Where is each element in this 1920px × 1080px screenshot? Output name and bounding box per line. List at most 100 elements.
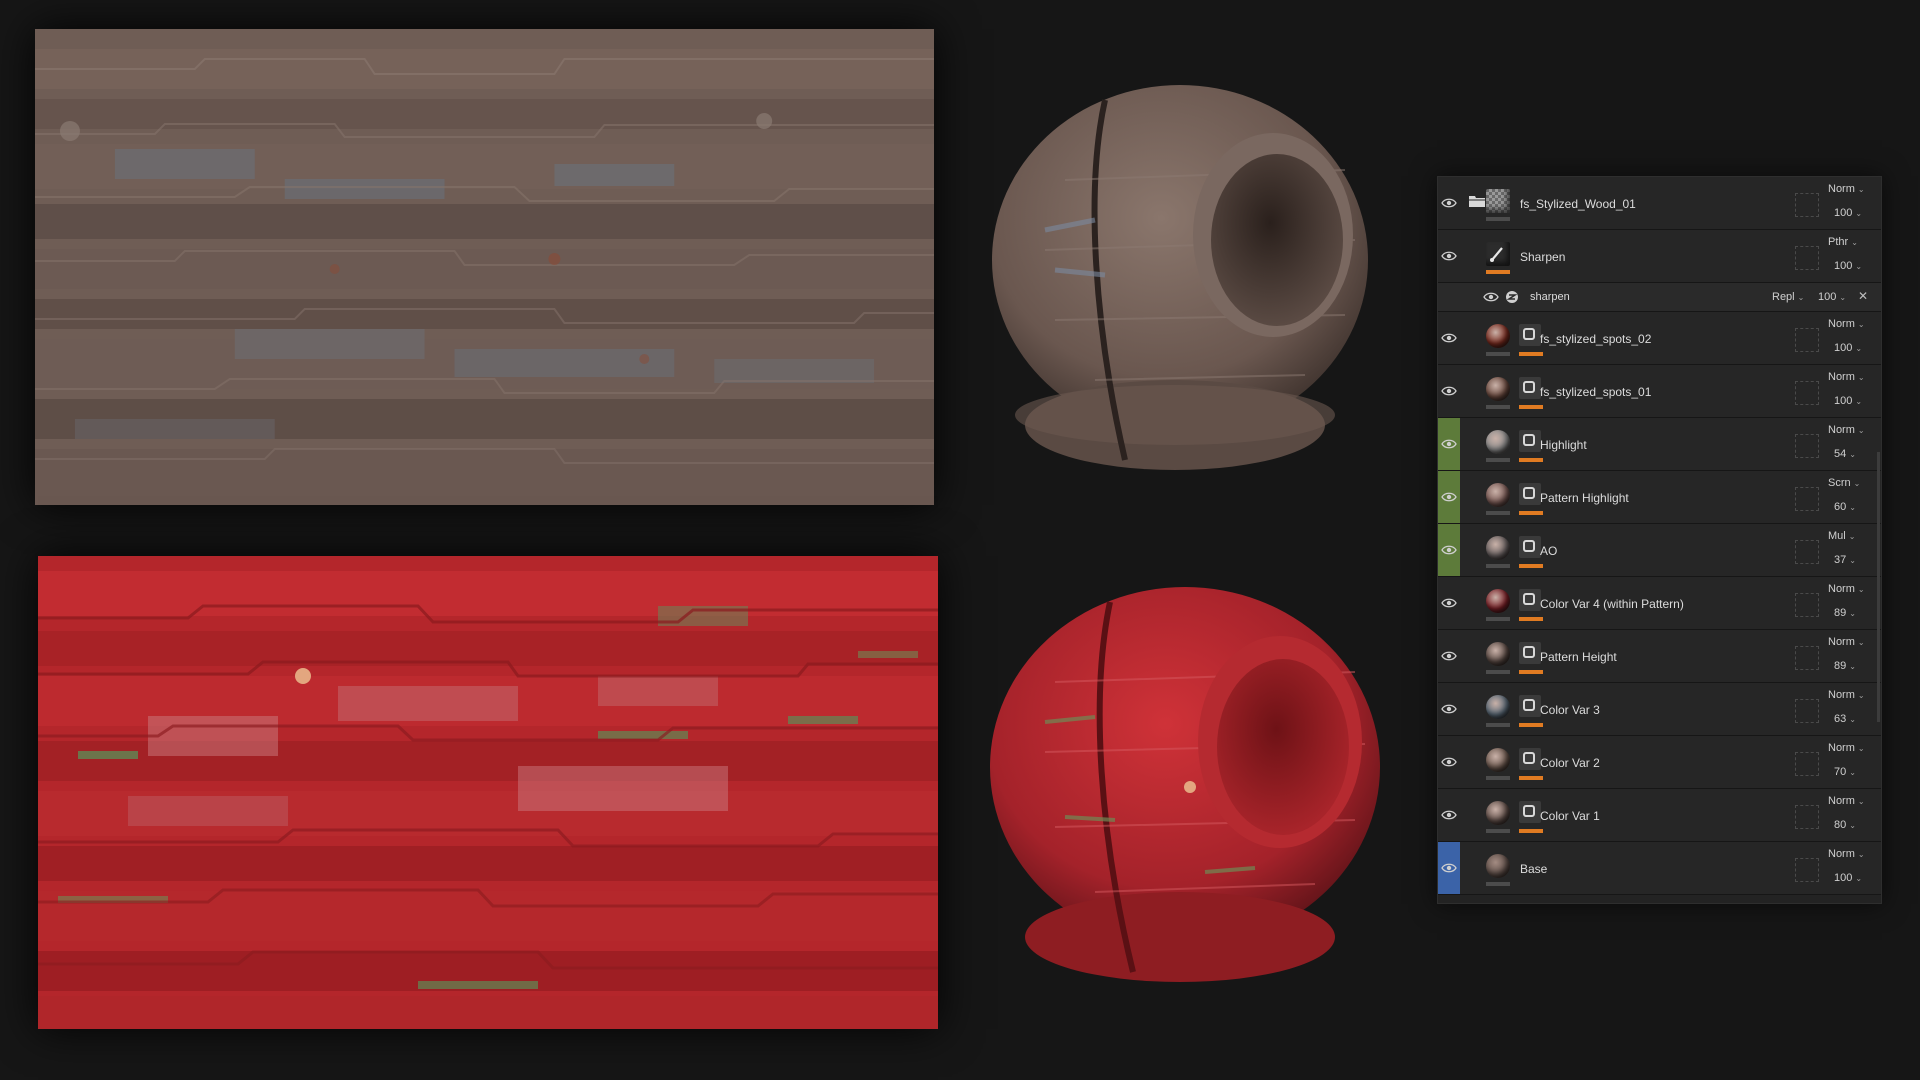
layer-row-base[interactable]: Base Norm ⌄ 100 ⌄	[1438, 842, 1881, 895]
visibility-eye-icon[interactable]	[1441, 757, 1457, 767]
opacity-dropdown[interactable]: 70 ⌄	[1834, 766, 1856, 778]
visibility-eye-icon[interactable]	[1441, 333, 1457, 343]
layer-mask-placeholder[interactable]	[1795, 646, 1819, 670]
layer-mask-icon[interactable]	[1519, 801, 1541, 823]
layer-mask-icon[interactable]	[1519, 589, 1541, 611]
layer-mask-placeholder[interactable]	[1795, 487, 1819, 511]
opacity-dropdown[interactable]: 60 ⌄	[1834, 501, 1856, 513]
layer-row-fs-stylized-spots-01[interactable]: fs_stylized_spots_01 Norm ⌄ 100 ⌄	[1438, 365, 1881, 418]
layer-mask-placeholder[interactable]	[1795, 805, 1819, 829]
blend-mode-dropdown[interactable]: Repl ⌄	[1772, 291, 1804, 303]
blend-mode-dropdown[interactable]: Norm ⌄	[1828, 583, 1865, 595]
layer-mask-placeholder[interactable]	[1795, 540, 1819, 564]
layer-mask-icon[interactable]	[1519, 536, 1541, 558]
opacity-dropdown[interactable]: 80 ⌄	[1834, 819, 1856, 831]
blend-mode-dropdown[interactable]: Norm ⌄	[1828, 183, 1865, 195]
close-icon[interactable]: ✕	[1858, 289, 1868, 303]
sphere-base-image	[992, 85, 1368, 470]
visibility-eye-icon[interactable]	[1441, 598, 1457, 608]
layer-name: Sharpen	[1520, 250, 1566, 264]
layer-name: fs_stylized_spots_01	[1540, 385, 1652, 399]
visibility-eye-icon[interactable]	[1441, 651, 1457, 661]
layer-row-sharpen[interactable]: sharpen Repl ⌄ 100 ⌄ ✕	[1438, 283, 1881, 312]
layer-name: fs_Stylized_Wood_01	[1520, 197, 1636, 211]
visibility-eye-icon[interactable]	[1441, 863, 1457, 873]
blend-mode-dropdown[interactable]: Norm ⌄	[1828, 795, 1865, 807]
layer-row-color-var-3[interactable]: Color Var 3 Norm ⌄ 63 ⌄	[1438, 683, 1881, 736]
opacity-dropdown[interactable]: 100 ⌄	[1834, 872, 1862, 884]
visibility-eye-icon[interactable]	[1441, 810, 1457, 820]
opacity-dropdown[interactable]: 37 ⌄	[1834, 554, 1856, 566]
layer-mask-placeholder[interactable]	[1795, 858, 1819, 882]
visibility-eye-icon[interactable]	[1441, 386, 1457, 396]
opacity-dropdown[interactable]: 100 ⌄	[1818, 291, 1846, 303]
visibility-eye-icon[interactable]	[1441, 198, 1457, 208]
layer-row-fs-stylized-spots-02[interactable]: fs_stylized_spots_02 Norm ⌄ 100 ⌄	[1438, 312, 1881, 365]
opacity-dropdown[interactable]: 54 ⌄	[1834, 448, 1856, 460]
visibility-eye-icon[interactable]	[1441, 545, 1457, 555]
layer-row-ao[interactable]: AO Mul ⌄ 37 ⌄	[1438, 524, 1881, 577]
visibility-eye-icon[interactable]	[1441, 492, 1457, 502]
layer-mask-placeholder[interactable]	[1795, 434, 1819, 458]
visibility-eye-icon[interactable]	[1441, 704, 1457, 714]
layer-thumbnail	[1486, 695, 1510, 719]
layer-mask-placeholder[interactable]	[1795, 193, 1819, 217]
blend-mode-dropdown[interactable]: Norm ⌄	[1828, 371, 1865, 383]
opacity-dropdown[interactable]: 100 ⌄	[1834, 260, 1862, 272]
layer-row-pattern-highlight[interactable]: Pattern Highlight Scrn ⌄ 60 ⌄	[1438, 471, 1881, 524]
layer-mask-icon[interactable]	[1519, 430, 1541, 452]
layer-thumbnail	[1486, 377, 1510, 401]
layers-scrollbar[interactable]	[1877, 452, 1880, 722]
blend-mode-dropdown[interactable]: Norm ⌄	[1828, 636, 1865, 648]
blend-mode-dropdown[interactable]: Norm ⌄	[1828, 742, 1865, 754]
layer-mask-bar	[1519, 776, 1543, 780]
blend-mode-dropdown[interactable]: Norm ⌄	[1828, 848, 1865, 860]
layer-mask-placeholder[interactable]	[1795, 593, 1819, 617]
texture-preview-base	[35, 29, 934, 505]
layer-row-highlight[interactable]: Highlight Norm ⌄ 54 ⌄	[1438, 418, 1881, 471]
opacity-dropdown[interactable]: 89 ⌄	[1834, 607, 1856, 619]
opacity-dropdown[interactable]: 89 ⌄	[1834, 660, 1856, 672]
layer-mask-placeholder[interactable]	[1795, 246, 1819, 270]
layer-thumbnail	[1486, 748, 1510, 772]
layer-thumbnail-bar	[1486, 352, 1510, 356]
layer-row-color-var-2[interactable]: Color Var 2 Norm ⌄ 70 ⌄	[1438, 736, 1881, 789]
blend-mode-dropdown[interactable]: Pthr ⌄	[1828, 236, 1858, 248]
layer-mask-icon[interactable]	[1519, 377, 1541, 399]
layer-thumbnail	[1486, 430, 1510, 454]
layer-mask-bar	[1486, 270, 1510, 274]
folder-icon[interactable]	[1468, 194, 1486, 208]
layer-thumbnail-bar	[1486, 670, 1510, 674]
layer-mask-placeholder[interactable]	[1795, 381, 1819, 405]
visibility-eye-icon[interactable]	[1441, 439, 1457, 449]
layer-row-color-var-1[interactable]: Color Var 1 Norm ⌄ 80 ⌄	[1438, 789, 1881, 842]
blend-mode-dropdown[interactable]: Norm ⌄	[1828, 689, 1865, 701]
opacity-dropdown[interactable]: 100 ⌄	[1834, 342, 1862, 354]
blend-mode-dropdown[interactable]: Norm ⌄	[1828, 424, 1865, 436]
visibility-eye-icon[interactable]	[1441, 251, 1457, 261]
layer-mask-placeholder[interactable]	[1795, 328, 1819, 352]
layer-row-fs-stylized-wood-01[interactable]: fs_Stylized_Wood_01 Norm ⌄ 100 ⌄	[1438, 177, 1881, 230]
opacity-dropdown[interactable]: 100 ⌄	[1834, 207, 1862, 219]
layer-mask-icon[interactable]	[1519, 748, 1541, 770]
layer-row-sharpen[interactable]: Sharpen Pthr ⌄ 100 ⌄	[1438, 230, 1881, 283]
blend-mode-dropdown[interactable]: Scrn ⌄	[1828, 477, 1860, 489]
layer-mask-placeholder[interactable]	[1795, 699, 1819, 723]
layers-panel: fs_Stylized_Wood_01 Norm ⌄ 100 ⌄ Sharpen Pthr ⌄…	[1437, 176, 1882, 904]
layer-mask-icon[interactable]	[1519, 324, 1541, 346]
visibility-eye-icon[interactable]	[1483, 292, 1499, 302]
layer-mask-icon[interactable]	[1519, 642, 1541, 664]
blend-mode-dropdown[interactable]: Mul ⌄	[1828, 530, 1855, 542]
layer-row-pattern-height[interactable]: Pattern Height Norm ⌄ 89 ⌄	[1438, 630, 1881, 683]
opacity-dropdown[interactable]: 100 ⌄	[1834, 395, 1862, 407]
layer-mask-icon[interactable]	[1519, 483, 1541, 505]
sphere-preview-base	[985, 70, 1380, 480]
opacity-dropdown[interactable]: 63 ⌄	[1834, 713, 1856, 725]
layer-thumbnail	[1486, 801, 1510, 825]
layer-name: Pattern Height	[1540, 650, 1617, 664]
blend-mode-dropdown[interactable]: Norm ⌄	[1828, 318, 1865, 330]
layer-mask-bar	[1519, 511, 1543, 515]
layer-mask-placeholder[interactable]	[1795, 752, 1819, 776]
layer-row-color-var-4-within-pattern[interactable]: Color Var 4 (within Pattern) Norm ⌄ 89 ⌄	[1438, 577, 1881, 630]
layer-mask-icon[interactable]	[1519, 695, 1541, 717]
